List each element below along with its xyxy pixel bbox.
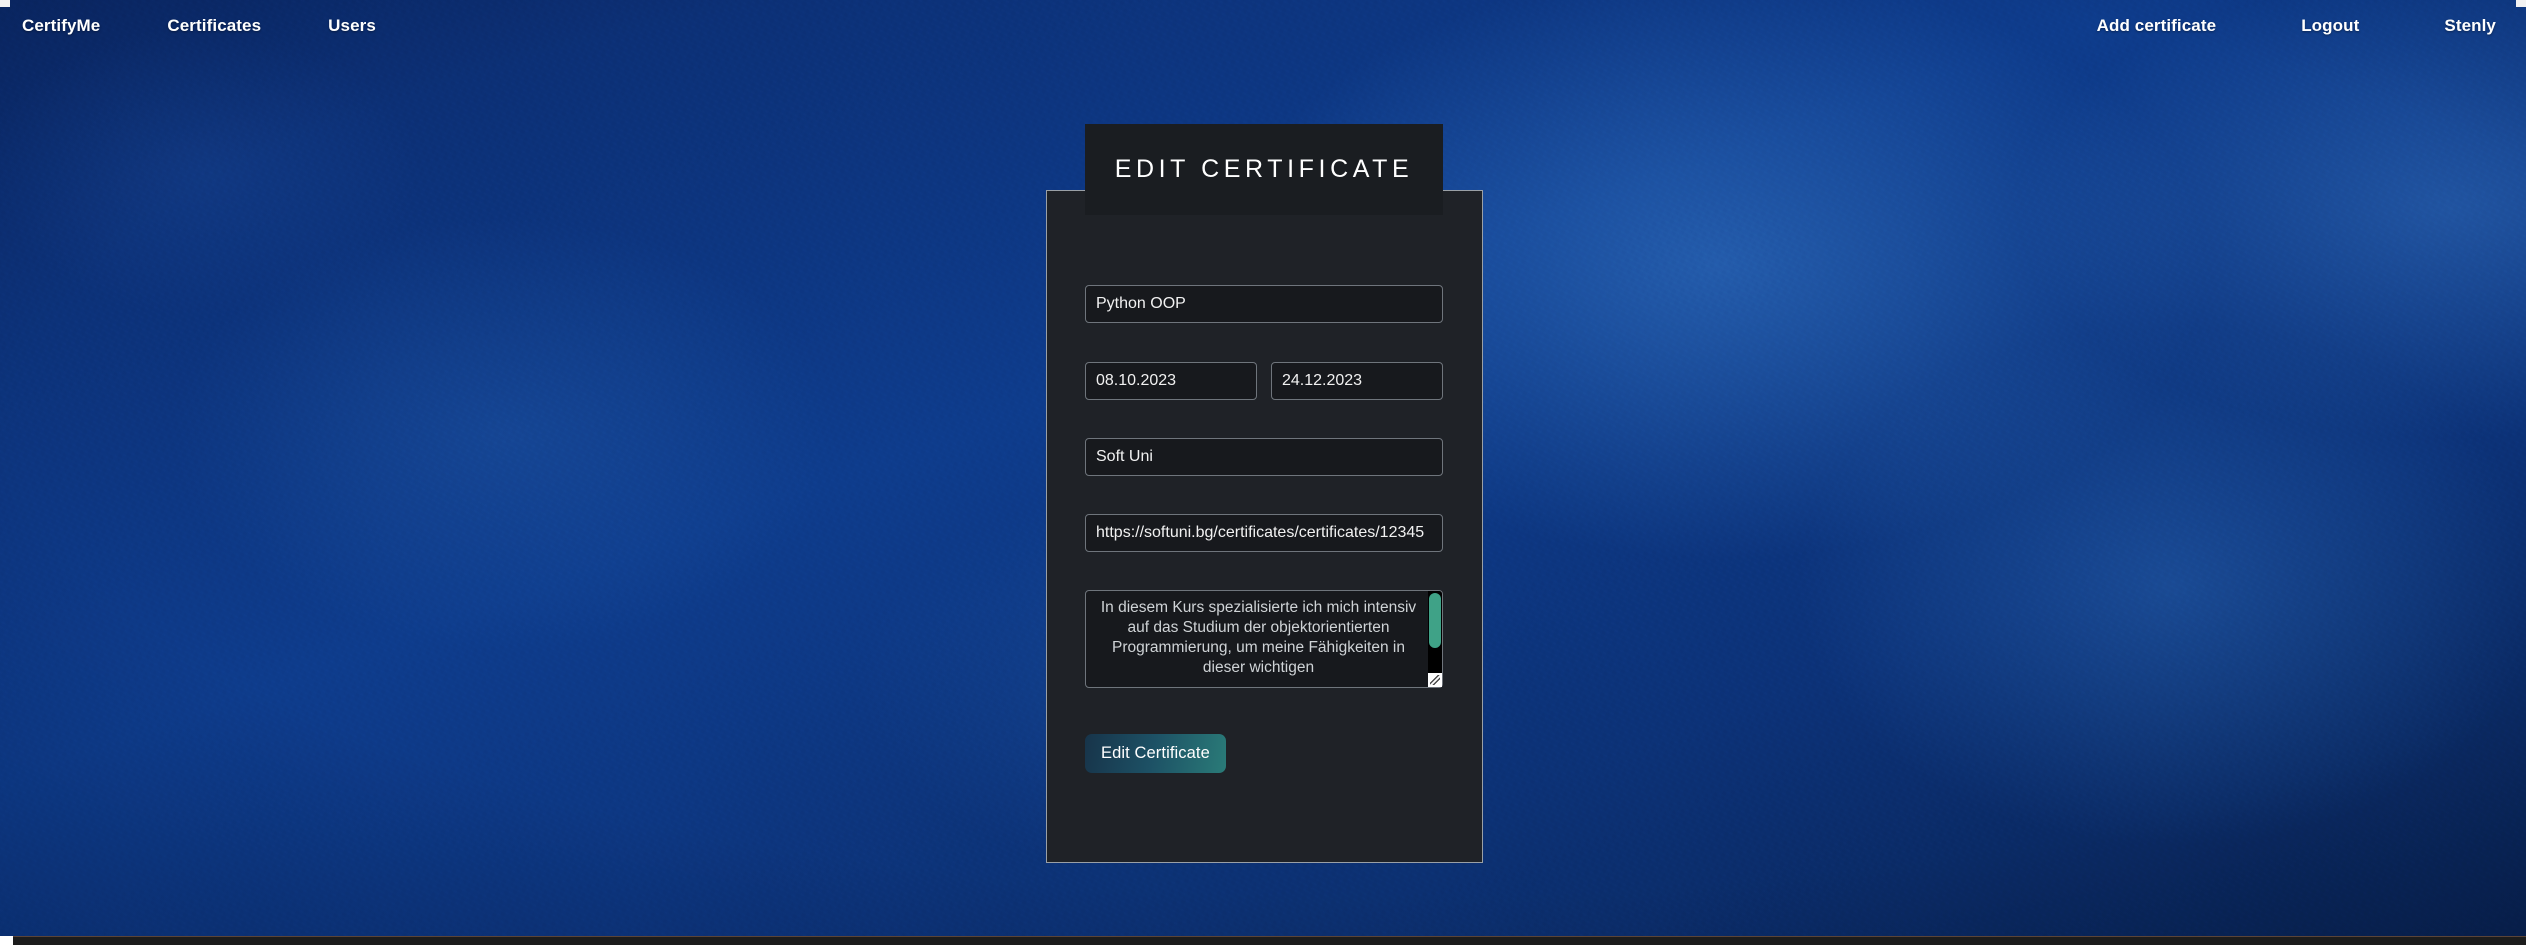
end-date-input[interactable] [1271,362,1443,400]
nav-link-certificates[interactable]: Certificates [167,16,261,36]
nav-link-username[interactable]: Stenly [2444,16,2496,36]
edit-certificate-form: In diesem Kurs spezialisierte ich mich i… [1085,285,1443,773]
page-title: EDIT CERTIFICATE [1114,155,1414,183]
description-field-wrapper: In diesem Kurs spezialisierte ich mich i… [1085,590,1443,688]
nav-link-brand[interactable]: CertifyMe [22,16,100,36]
edit-certificate-submit-button[interactable]: Edit Certificate [1085,734,1226,773]
nav-links-left: CertifyMe Certificates Users [22,16,443,36]
start-date-input[interactable] [1085,362,1257,400]
date-fields-row [1085,362,1443,400]
window-bottom-strip [0,936,2526,945]
certificate-url-input[interactable] [1085,514,1443,552]
description-textarea[interactable]: In diesem Kurs spezialisierte ich mich i… [1085,590,1443,688]
nav-link-add-certificate[interactable]: Add certificate [2097,16,2217,36]
description-resize-handle[interactable] [1428,673,1442,687]
nav-links-right: Add certificate Logout Stenly [2012,16,2496,36]
window-bottom-strip-left-cap [0,936,13,945]
nav-link-users[interactable]: Users [328,16,376,36]
submit-row: Edit Certificate [1085,734,1443,773]
certificate-name-input[interactable] [1085,285,1443,323]
description-scrollbar-thumb[interactable] [1429,593,1441,648]
card-header-panel: EDIT CERTIFICATE [1085,124,1443,215]
main-navigation-bar: CertifyMe Certificates Users Add certifi… [0,0,2526,52]
issuer-input[interactable] [1085,438,1443,476]
nav-link-logout[interactable]: Logout [2301,16,2359,36]
